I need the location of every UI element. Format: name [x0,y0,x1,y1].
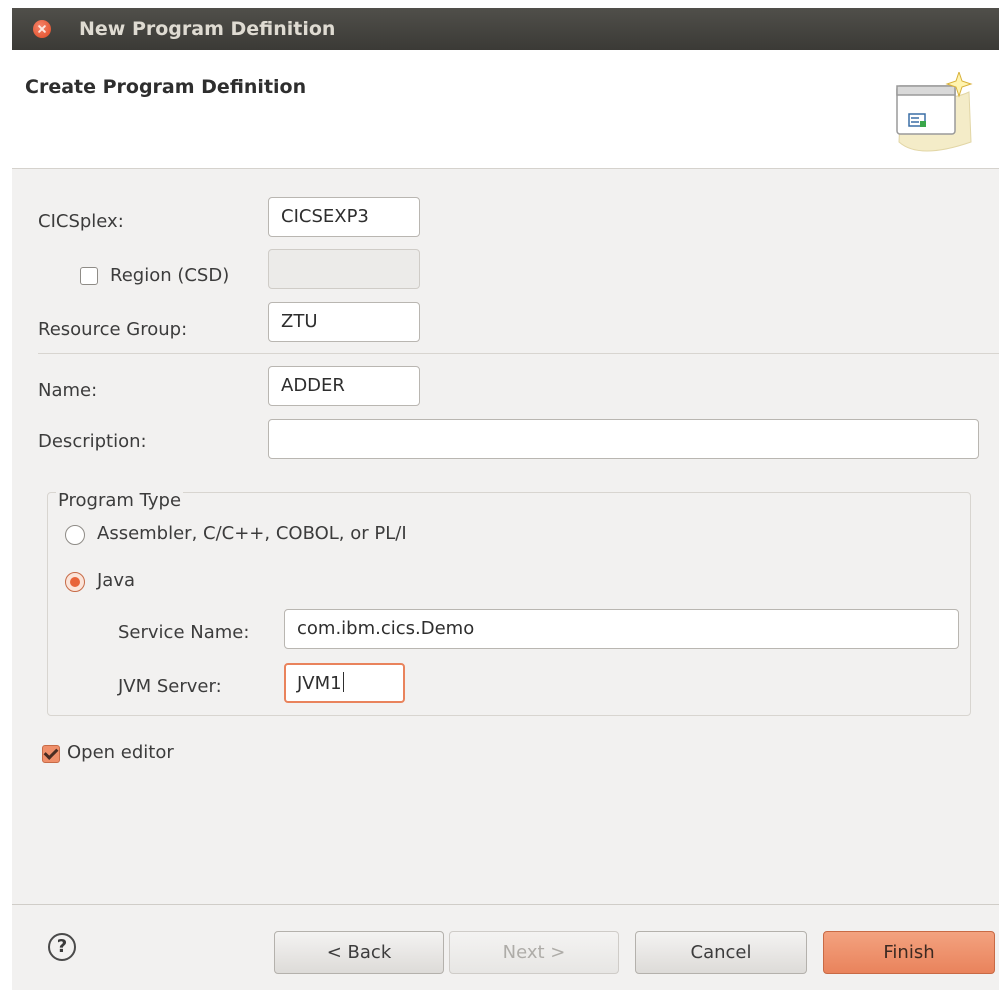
title-bar: New Program Definition [12,8,999,50]
back-button[interactable]: < Back [274,931,444,974]
cancel-button[interactable]: Cancel [635,931,807,974]
cicsplex-field[interactable]: CICSEXP3 [268,197,420,237]
jvm-server-field[interactable]: JVM1 [284,663,405,703]
radio-java-label: Java [97,570,136,591]
region-field [268,249,420,289]
open-editor-checkbox[interactable] [42,745,60,763]
program-type-title: Program Type [56,490,184,511]
jvm-server-value: JVM1 [297,673,342,694]
new-program-definition-dialog: New Program Definition Create Program De… [12,8,999,990]
service-name-label: Service Name: [118,622,250,643]
service-name-field[interactable]: com.ibm.cics.Demo [284,609,959,649]
jvm-server-label: JVM Server: [118,676,222,697]
description-label: Description: [38,431,147,452]
form-divider [38,353,999,354]
radio-java[interactable] [65,572,85,592]
text-caret [342,672,344,692]
next-button[interactable]: Next > [449,931,619,974]
page-title: Create Program Definition [25,76,307,98]
help-icon[interactable]: ? [48,933,76,961]
name-label: Name: [38,380,98,401]
description-field[interactable] [268,419,979,459]
window-title: New Program Definition [79,18,336,40]
wizard-banner-icon [896,72,973,152]
region-label: Region (CSD) [110,265,230,286]
finish-button[interactable]: Finish [823,931,995,974]
resource-group-label: Resource Group: [38,319,188,340]
open-editor-label: Open editor [67,742,174,763]
radio-assembler[interactable] [65,525,85,545]
radio-assembler-label: Assembler, C/C++, COBOL, or PL/I [97,523,407,544]
button-bar-divider [12,904,999,905]
wizard-banner: Create Program Definition [12,50,999,169]
cicsplex-label: CICSplex: [38,211,124,232]
name-field[interactable]: ADDER [268,366,420,406]
resource-group-field[interactable]: ZTU [268,302,420,342]
region-checkbox[interactable] [80,267,98,285]
close-icon[interactable] [33,20,51,38]
